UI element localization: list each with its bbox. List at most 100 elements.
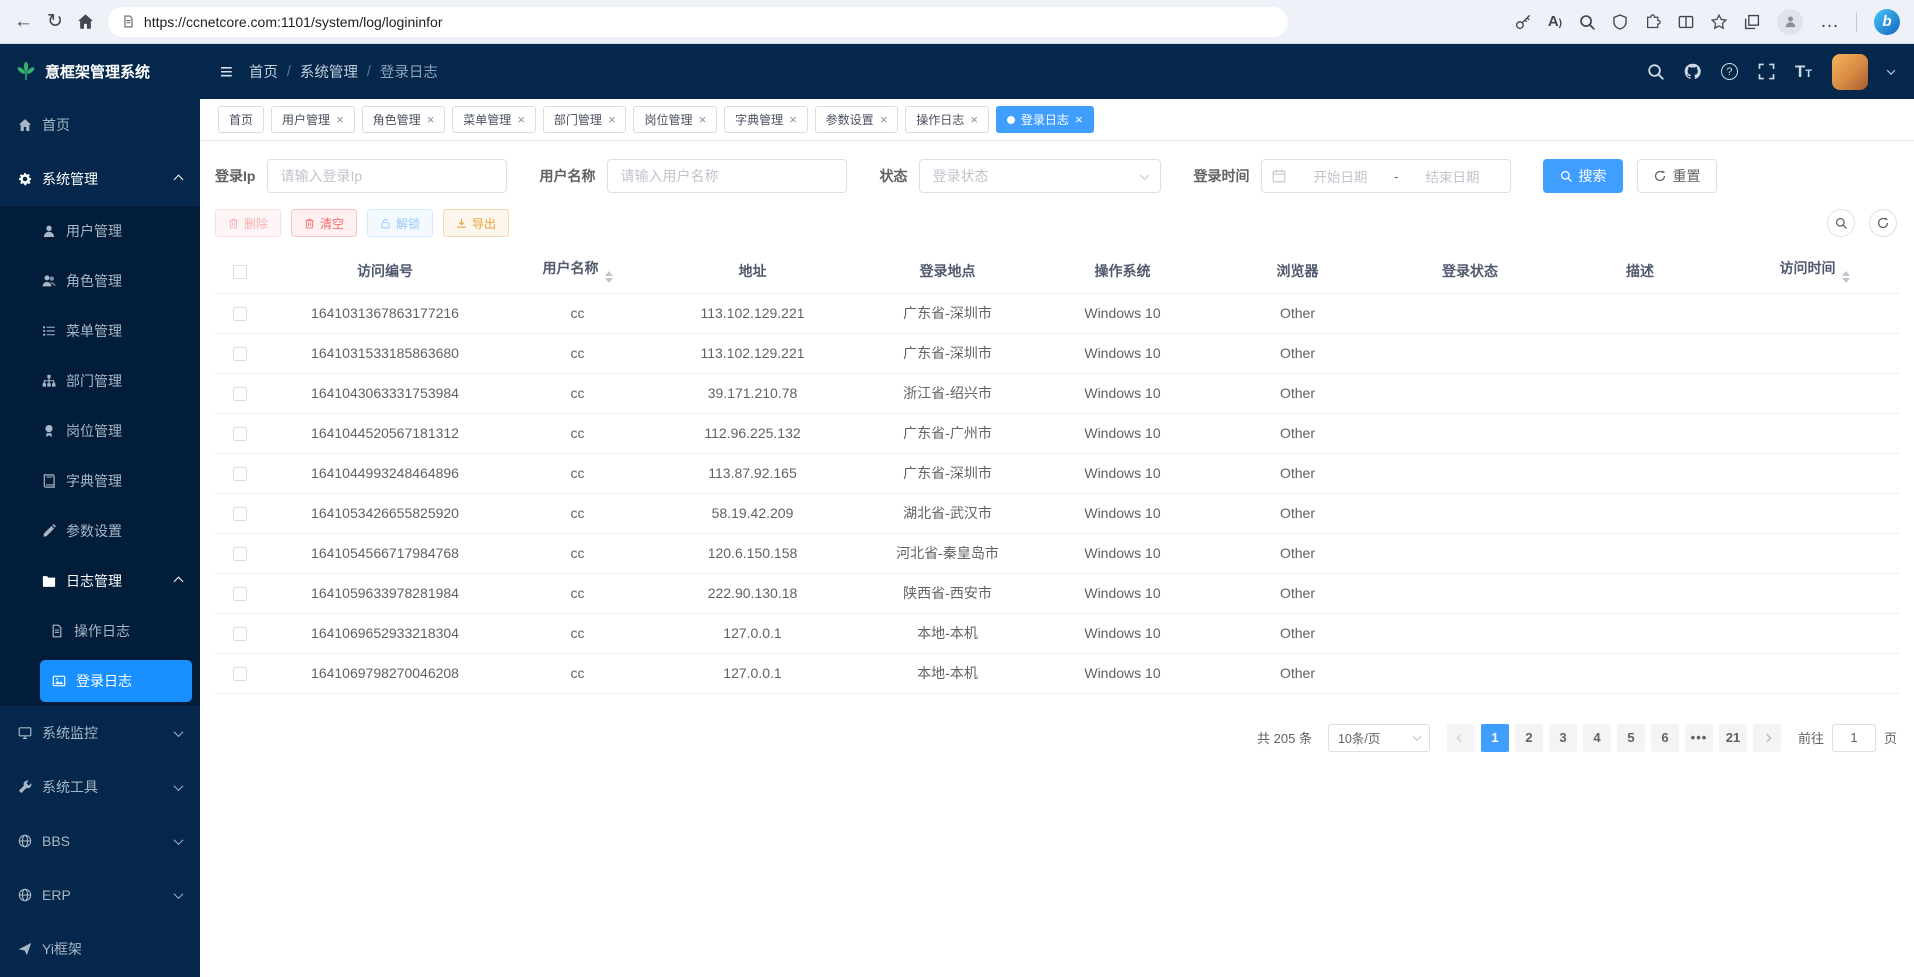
tab-user-mgmt[interactable]: 用户管理× xyxy=(271,106,355,133)
site-info-icon[interactable] xyxy=(122,15,135,28)
sidebar-item-user-mgmt[interactable]: 用户管理 xyxy=(0,206,200,256)
sidebar-item-login-log[interactable]: 登录日志 xyxy=(40,660,192,702)
page-button-3[interactable]: 3 xyxy=(1549,724,1577,752)
page-button-6[interactable]: 6 xyxy=(1651,724,1679,752)
close-icon[interactable]: × xyxy=(880,113,888,126)
tab-dict-mgmt[interactable]: 字典管理× xyxy=(724,106,808,133)
col-user-name[interactable]: 用户名称 xyxy=(505,249,650,293)
close-icon[interactable]: × xyxy=(1075,113,1083,126)
close-icon[interactable]: × xyxy=(698,113,706,126)
refresh-table-button[interactable] xyxy=(1869,209,1897,237)
tab-post-mgmt[interactable]: 岗位管理× xyxy=(633,106,717,133)
reset-button[interactable]: 重置 xyxy=(1637,159,1717,193)
tracking-prevention-icon[interactable] xyxy=(1612,14,1628,30)
sidebar-item-bbs[interactable]: BBS xyxy=(0,814,200,868)
sidebar-item-param-setting[interactable]: 参数设置 xyxy=(0,506,200,556)
read-aloud-icon[interactable]: A) xyxy=(1548,13,1562,30)
sidebar-item-post-mgmt[interactable]: 岗位管理 xyxy=(0,406,200,456)
tab-home[interactable]: 首页 xyxy=(218,106,264,133)
row-checkbox[interactable] xyxy=(233,307,247,321)
unlock-button[interactable]: 解锁 xyxy=(367,209,433,237)
favorites-icon[interactable] xyxy=(1711,14,1727,30)
search-button[interactable]: 搜索 xyxy=(1543,159,1623,193)
sidebar-item-dept-mgmt[interactable]: 部门管理 xyxy=(0,356,200,406)
close-icon[interactable]: × xyxy=(970,113,978,126)
back-button[interactable]: ← xyxy=(14,12,33,31)
login-status-select[interactable]: 登录状态 xyxy=(919,159,1161,193)
close-icon[interactable]: × xyxy=(427,113,435,126)
toggle-search-button[interactable] xyxy=(1827,209,1855,237)
table-row[interactable]: 1641044520567181312 cc 112.96.225.132 广东… xyxy=(215,413,1899,453)
close-icon[interactable]: × xyxy=(789,113,797,126)
sidebar-item-log-mgmt[interactable]: 日志管理 xyxy=(0,556,200,606)
tab-param-setting[interactable]: 参数设置× xyxy=(815,106,899,133)
row-checkbox[interactable] xyxy=(233,587,247,601)
tab-login-log[interactable]: 登录日志× xyxy=(996,106,1094,133)
tab-role-mgmt[interactable]: 角色管理× xyxy=(362,106,446,133)
breadcrumb-item-home[interactable]: 首页 xyxy=(249,61,278,82)
table-row[interactable]: 1641054566717984768 cc 120.6.150.158 河北省… xyxy=(215,533,1899,573)
row-checkbox[interactable] xyxy=(233,547,247,561)
search-icon[interactable] xyxy=(1647,63,1664,80)
close-icon[interactable]: × xyxy=(608,113,616,126)
end-date-placeholder[interactable]: 结束日期 xyxy=(1405,166,1501,186)
select-all-checkbox[interactable] xyxy=(233,265,247,279)
page-button-5[interactable]: 5 xyxy=(1617,724,1645,752)
reload-button[interactable]: ↻ xyxy=(47,12,63,31)
tab-dept-mgmt[interactable]: 部门管理× xyxy=(543,106,627,133)
sidebar-item-system-tools[interactable]: 系统工具 xyxy=(0,760,200,814)
sidebar-item-system-monitor[interactable]: 系统监控 xyxy=(0,706,200,760)
split-screen-icon[interactable] xyxy=(1678,14,1694,30)
sort-icon[interactable] xyxy=(605,271,613,283)
font-size-icon[interactable]: TT xyxy=(1795,62,1812,82)
row-checkbox[interactable] xyxy=(233,667,247,681)
tab-operation-log[interactable]: 操作日志× xyxy=(905,106,989,133)
sidebar-item-role-mgmt[interactable]: 角色管理 xyxy=(0,256,200,306)
close-icon[interactable]: × xyxy=(517,113,525,126)
table-row[interactable]: 1641044993248464896 cc 113.87.92.165 广东省… xyxy=(215,453,1899,493)
row-checkbox[interactable] xyxy=(233,347,247,361)
password-key-icon[interactable] xyxy=(1515,14,1531,30)
close-icon[interactable]: × xyxy=(336,113,344,126)
sidebar-item-dict-mgmt[interactable]: 字典管理 xyxy=(0,456,200,506)
row-checkbox[interactable] xyxy=(233,627,247,641)
breadcrumb-item-system[interactable]: 系统管理 xyxy=(300,61,358,82)
address-bar[interactable]: https://ccnetcore.com:1101/system/log/lo… xyxy=(108,7,1288,37)
zoom-icon[interactable] xyxy=(1579,14,1595,30)
app-logo[interactable]: 意框架管理系统 xyxy=(0,44,200,98)
table-row[interactable]: 1641031533185863680 cc 113.102.129.221 广… xyxy=(215,333,1899,373)
tab-menu-mgmt[interactable]: 菜单管理× xyxy=(452,106,536,133)
page-button-21[interactable]: 21 xyxy=(1719,724,1747,752)
page-button-4[interactable]: 4 xyxy=(1583,724,1611,752)
browser-profile-icon[interactable] xyxy=(1777,9,1803,35)
more-pages-button[interactable]: ••• xyxy=(1685,724,1713,752)
clear-button[interactable]: 清空 xyxy=(291,209,357,237)
github-icon[interactable] xyxy=(1684,63,1701,80)
sidebar-item-yi-framework[interactable]: Yi框架 xyxy=(0,922,200,976)
date-range-picker[interactable]: 开始日期 - 结束日期 xyxy=(1261,159,1511,193)
row-checkbox[interactable] xyxy=(233,387,247,401)
avatar-caret-icon[interactable] xyxy=(1887,66,1895,74)
page-button-1[interactable]: 1 xyxy=(1481,724,1509,752)
help-icon[interactable]: ? xyxy=(1721,63,1738,80)
login-ip-input[interactable] xyxy=(267,159,507,193)
hamburger-menu-icon[interactable]: ≡ xyxy=(220,61,233,83)
table-row[interactable]: 1641069798270046208 cc 127.0.0.1 本地-本机 W… xyxy=(215,653,1899,693)
collections-icon[interactable] xyxy=(1744,14,1760,30)
table-row[interactable]: 1641069652933218304 cc 127.0.0.1 本地-本机 W… xyxy=(215,613,1899,653)
sidebar-item-operation-log[interactable]: 操作日志 xyxy=(0,606,200,656)
page-size-select[interactable]: 10条/页 xyxy=(1328,724,1430,752)
extensions-icon[interactable] xyxy=(1645,14,1661,30)
delete-button[interactable]: 删除 xyxy=(215,209,281,237)
browser-menu-icon[interactable]: … xyxy=(1820,12,1839,31)
bing-copilot-icon[interactable]: b xyxy=(1874,9,1900,35)
user-avatar[interactable] xyxy=(1832,54,1868,90)
row-checkbox[interactable] xyxy=(233,467,247,481)
username-input[interactable] xyxy=(607,159,847,193)
col-access-time[interactable]: 访问时间 xyxy=(1730,249,1899,293)
table-row[interactable]: 1641031367863177216 cc 113.102.129.221 广… xyxy=(215,293,1899,333)
sidebar-item-home[interactable]: 首页 xyxy=(0,98,200,152)
table-row[interactable]: 1641043063331753984 cc 39.171.210.78 浙江省… xyxy=(215,373,1899,413)
prev-page-button[interactable] xyxy=(1447,724,1475,752)
sidebar-item-system-mgmt[interactable]: 系统管理 xyxy=(0,152,200,206)
